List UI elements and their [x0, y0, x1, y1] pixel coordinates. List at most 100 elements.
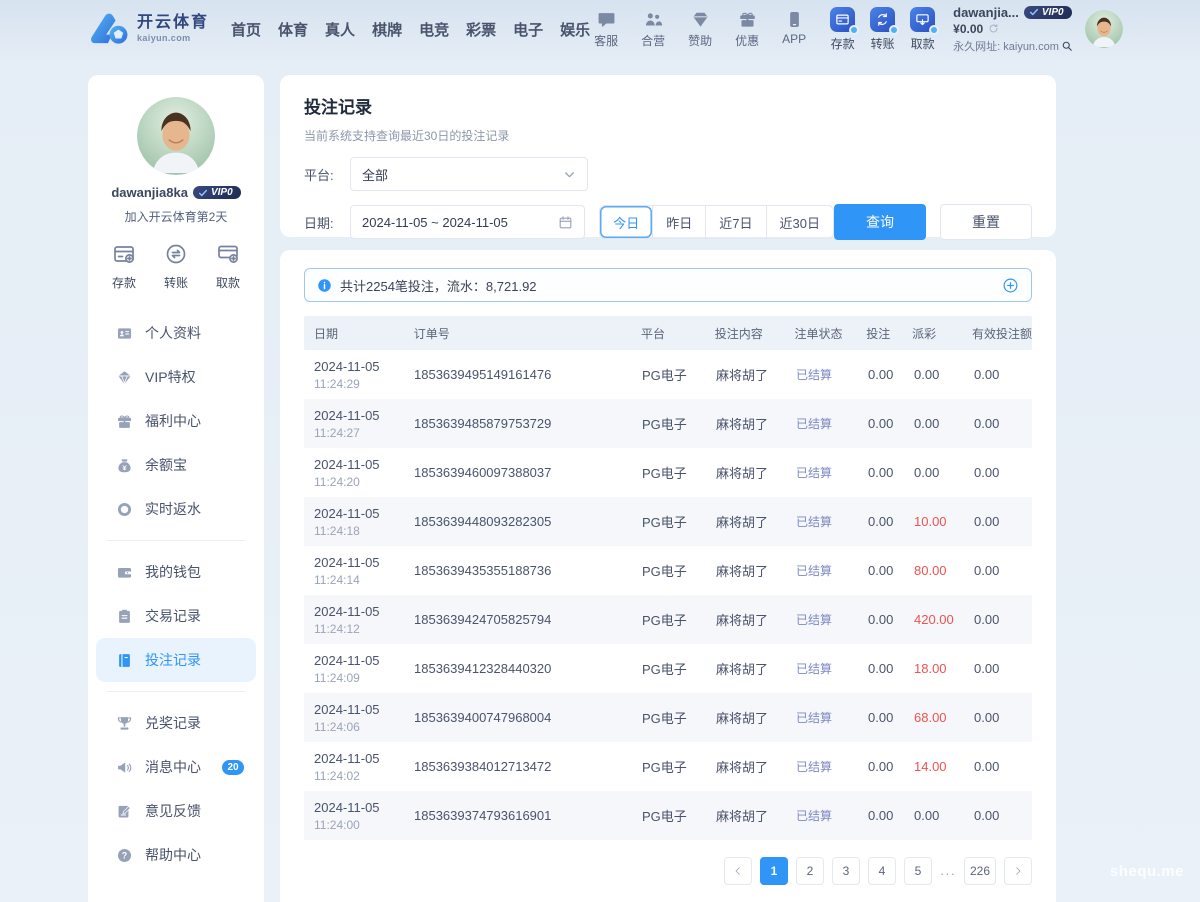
header-withdraw-action[interactable]: 取款 — [910, 7, 935, 52]
nav-item-3[interactable]: 棋牌 — [372, 19, 402, 40]
range-button-1[interactable]: 昨日 — [652, 206, 705, 238]
sidebar-item-wallet[interactable]: 我的钱包 — [96, 550, 256, 594]
cell-payout: 0.00 — [904, 367, 964, 382]
range-button-2[interactable]: 近7日 — [705, 206, 765, 238]
header-link-service[interactable]: 客服 — [590, 10, 622, 49]
sidebar-item-profile[interactable]: 个人资料 — [96, 311, 256, 355]
time-text: 11:24:27 — [314, 426, 404, 440]
cell-date: 2024-11-0511:24:09 — [304, 653, 404, 685]
sidebar-item-rebate[interactable]: 实时返水 — [96, 487, 256, 531]
brand-name: 开云体育 — [137, 15, 209, 31]
sidebar-item-feedback[interactable]: 意见反馈 — [96, 789, 256, 833]
page-prev-button[interactable] — [724, 857, 752, 885]
table-row: 2024-11-0511:24:061853639400747968004PG电… — [304, 693, 1032, 742]
sidebar-item-transactions[interactable]: 交易记录 — [96, 594, 256, 638]
cell-platform: PG电子 — [632, 708, 706, 727]
header-deposit-action[interactable]: 存款 — [830, 7, 855, 52]
sidebar-withdraw-action[interactable]: 取款 — [216, 242, 240, 291]
page-button-last[interactable]: 226 — [964, 857, 996, 885]
table-row: 2024-11-0511:24:091853639412328440320PG电… — [304, 644, 1032, 693]
sidebar-deposit-action[interactable]: 存款 — [112, 242, 136, 291]
sidebar-item-label: 帮助中心 — [145, 845, 201, 865]
deposit-icon — [830, 7, 855, 32]
sidebar-item-bets[interactable]: 投注记录 — [96, 638, 256, 682]
date-range-input[interactable]: 2024-11-05 ~ 2024-11-05 — [350, 205, 585, 239]
sidebar-item-label: VIP特权 — [145, 367, 196, 387]
status-badge: 已结算 — [796, 417, 832, 431]
cell-platform: PG电子 — [632, 659, 706, 678]
date-text: 2024-11-05 — [314, 751, 404, 766]
reset-button[interactable]: 重置 — [940, 204, 1032, 240]
vip-check-icon — [198, 188, 208, 198]
badge-dot — [889, 25, 899, 35]
nav-item-2[interactable]: 真人 — [325, 19, 355, 40]
page-button-1[interactable]: 1 — [760, 857, 788, 885]
cell-bet: 0.00 — [858, 514, 904, 529]
cell-content: 麻将胡了 — [706, 414, 786, 433]
sidebar-transfer-action[interactable]: 转账 — [164, 242, 188, 291]
table-row: 2024-11-0511:24:291853639495149161476PG电… — [304, 350, 1032, 399]
cell-payout: 0.00 — [904, 465, 964, 480]
help-icon: ? — [116, 847, 133, 864]
sidebar-item-welfare[interactable]: 福利中心 — [96, 399, 256, 443]
nav-item-5[interactable]: 彩票 — [466, 19, 496, 40]
plus-circle-icon[interactable] — [1002, 277, 1019, 294]
page-button-2[interactable]: 2 — [796, 857, 824, 885]
nav-item-0[interactable]: 首页 — [231, 19, 261, 40]
cell-bet: 0.00 — [858, 612, 904, 627]
table-row: 2024-11-0511:24:021853639384012713472PG电… — [304, 742, 1032, 791]
date-text: 2024-11-05 — [314, 702, 404, 717]
header-link-partner[interactable]: 合营 — [637, 10, 669, 49]
header-link-sponsor[interactable]: 赞助 — [684, 10, 716, 49]
page-button-3[interactable]: 3 — [832, 857, 860, 885]
sidebar-item-yuebao[interactable]: 余额宝 — [96, 443, 256, 487]
page-button-4[interactable]: 4 — [868, 857, 896, 885]
cell-date: 2024-11-0511:24:00 — [304, 800, 404, 832]
logo-text: 开云体育 kaiyun.com — [137, 15, 209, 43]
nav-item-7[interactable]: 娱乐 — [560, 19, 590, 40]
range-button-3[interactable]: 近30日 — [766, 206, 833, 238]
header-link-app[interactable]: APP — [778, 10, 810, 49]
sidebar-item-vip[interactable]: VIP特权 — [96, 355, 256, 399]
header-transfer-action[interactable]: 转账 — [870, 7, 895, 52]
menu-divider — [106, 540, 246, 541]
range-button-0[interactable]: 今日 — [600, 206, 652, 238]
status-badge: 已结算 — [796, 515, 832, 529]
date-text: 2024-11-05 — [314, 800, 404, 815]
cell-content: 麻将胡了 — [706, 512, 786, 531]
cell-order: 1853639460097388037 — [404, 465, 632, 480]
transfer-icon — [870, 7, 895, 32]
sidebar-item-help[interactable]: ? 帮助中心 — [96, 833, 256, 877]
sidebar-item-messages[interactable]: 消息中心20 — [96, 745, 256, 789]
cell-valid: 0.00 — [964, 710, 1032, 725]
nav-item-4[interactable]: 电竞 — [419, 19, 449, 40]
cell-order: 1853639448093282305 — [404, 514, 632, 529]
sidebar-item-prizes[interactable]: 兑奖记录 — [96, 701, 256, 745]
cell-status: 已结算 — [786, 464, 858, 481]
cell-date: 2024-11-0511:24:02 — [304, 751, 404, 783]
header-link-promo[interactable]: 优惠 — [731, 10, 763, 49]
page-next-button[interactable] — [1004, 857, 1032, 885]
user-info[interactable]: dawanjia... VIP0 ¥0.00 永久网址: kaiyun.com — [953, 5, 1073, 54]
top-header: 开云体育 kaiyun.com 首页体育真人棋牌电竞彩票电子娱乐 客服合营赞助优… — [0, 0, 1200, 58]
sidebar: dawanjia8ka VIP0 加入开云体育第2天 存款转账取款 个人资料VI… — [88, 75, 264, 902]
site-logo[interactable]: 开云体育 kaiyun.com — [88, 12, 209, 46]
sidebar-item-label: 我的钱包 — [145, 562, 201, 582]
page-button-5[interactable]: 5 — [904, 857, 932, 885]
calendar-icon — [558, 215, 573, 230]
nav-item-6[interactable]: 电子 — [513, 19, 543, 40]
cell-platform: PG电子 — [632, 610, 706, 629]
cell-payout: 80.00 — [904, 563, 964, 578]
magnifier-icon[interactable] — [1061, 40, 1073, 52]
search-button[interactable]: 查询 — [834, 204, 926, 240]
platform-select[interactable]: 全部 — [350, 157, 588, 191]
chevron-right-icon — [1012, 865, 1024, 877]
nav-item-1[interactable]: 体育 — [278, 19, 308, 40]
user-avatar[interactable] — [1085, 10, 1123, 48]
feedback-icon — [116, 803, 133, 820]
table-body: 2024-11-0511:24:291853639495149161476PG电… — [304, 350, 1032, 840]
profile-avatar[interactable] — [137, 97, 215, 175]
cell-status: 已结算 — [786, 366, 858, 383]
cell-platform: PG电子 — [632, 757, 706, 776]
refresh-icon[interactable] — [988, 23, 999, 34]
